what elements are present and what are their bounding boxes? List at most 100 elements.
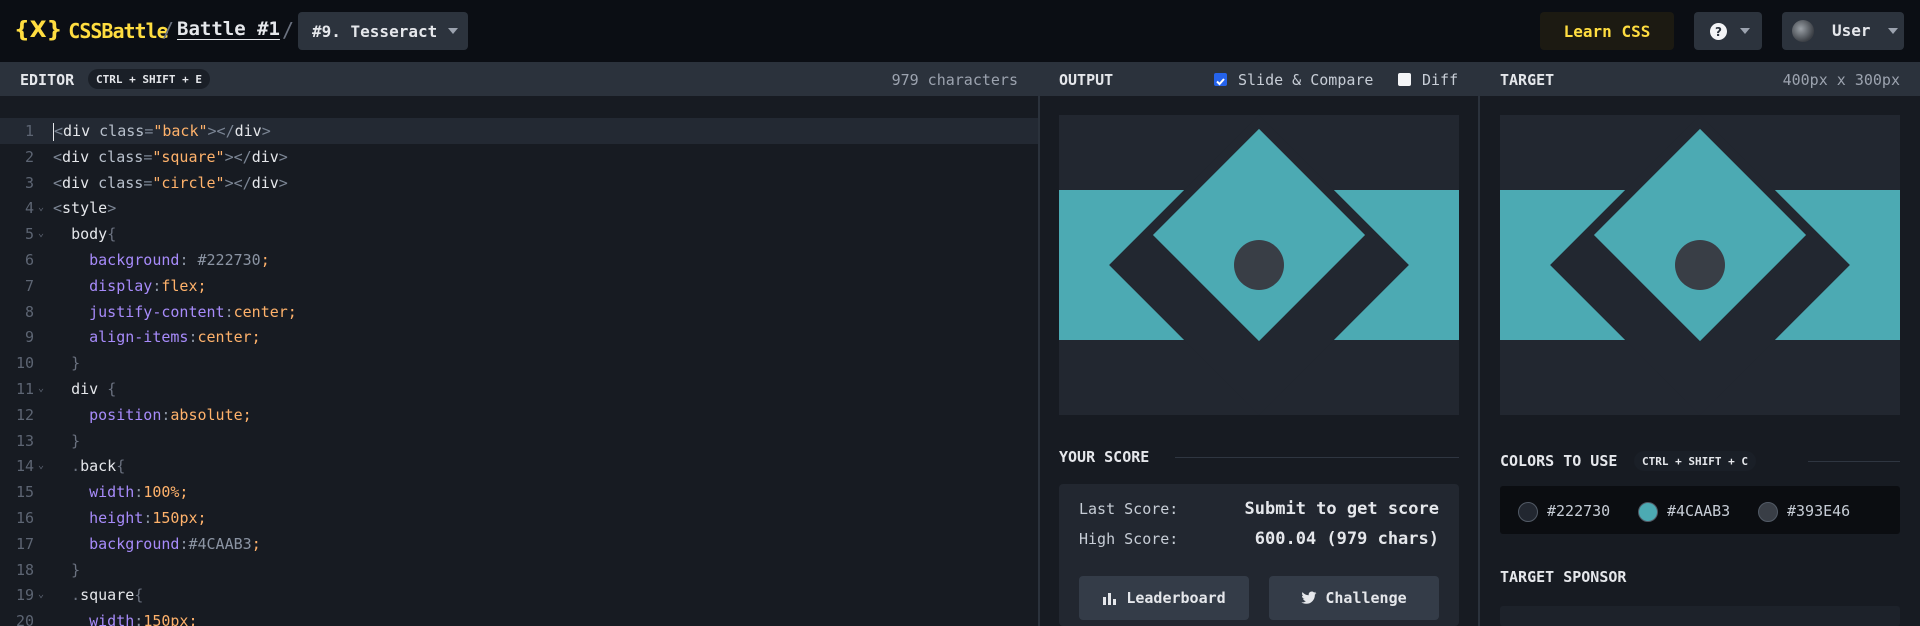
code-text: div { xyxy=(71,380,117,398)
color-swatch[interactable] xyxy=(1638,502,1658,522)
challenge-label: Challenge xyxy=(1325,589,1407,607)
avatar xyxy=(1792,20,1814,42)
code-line[interactable]: 17 background:#4CAAB3; xyxy=(0,531,1038,557)
line-number: 7 xyxy=(24,276,34,295)
slide-compare-checkbox[interactable] xyxy=(1214,73,1227,86)
code-line[interactable]: 12 position:absolute; xyxy=(0,402,1038,428)
code-text: } xyxy=(71,560,81,579)
code-line[interactable]: 14 ⌄ .back{ xyxy=(0,453,1038,479)
code-text: <div class="back"></div> xyxy=(53,122,271,141)
score-card: Last Score: Submit to get score High Sco… xyxy=(1059,484,1459,626)
code-text: body{ xyxy=(71,225,117,244)
code-line[interactable]: 6 background: #222730; xyxy=(0,247,1038,273)
color-hex-label[interactable]: #4CAAB3 xyxy=(1667,502,1730,520)
line-number: 19 xyxy=(15,586,34,605)
leaderboard-label: Leaderboard xyxy=(1126,589,1226,607)
target-sponsor-title: TARGET SPONSOR xyxy=(1500,568,1627,586)
color-swatch[interactable] xyxy=(1518,502,1538,522)
diff-label[interactable]: Diff xyxy=(1422,71,1458,89)
challenge-button[interactable]: Challenge xyxy=(1269,576,1439,620)
character-count: 979 characters xyxy=(891,71,1018,89)
diff-checkbox[interactable] xyxy=(1398,73,1411,86)
code-text: background: #222730; xyxy=(89,251,270,269)
code-line[interactable]: 8 justify-content:center; xyxy=(0,299,1038,325)
logo-text: CSSBattle xyxy=(68,19,168,43)
code-text: <style> xyxy=(53,199,117,218)
level-select-label: #9. Tesseract xyxy=(312,21,438,41)
fold-chevron-icon[interactable]: ⌄ xyxy=(38,221,44,247)
user-menu-button[interactable]: User xyxy=(1782,12,1904,50)
code-line[interactable]: 9 align-items:center; xyxy=(0,324,1038,350)
output-title: OUTPUT xyxy=(1059,71,1114,89)
line-number: 3 xyxy=(24,173,34,192)
code-line[interactable]: 10 } xyxy=(0,350,1038,376)
code-text: <div class="circle"></div> xyxy=(53,173,288,192)
code-line[interactable]: 5 ⌄ body{ xyxy=(0,221,1038,247)
code-line[interactable]: 15 width:100%; xyxy=(0,479,1038,505)
output-canvas[interactable] xyxy=(1059,115,1459,415)
fold-chevron-icon[interactable]: ⌄ xyxy=(38,195,44,221)
last-score-value: Submit to get score xyxy=(1244,499,1439,519)
chevron-down-icon xyxy=(1740,28,1750,34)
fold-chevron-icon[interactable]: ⌄ xyxy=(38,376,44,402)
code-line[interactable]: 13 } xyxy=(0,428,1038,454)
code-text: position:absolute; xyxy=(89,405,252,424)
code-text: height:150px; xyxy=(89,509,207,527)
color-hex-label[interactable]: #393E46 xyxy=(1787,502,1850,520)
code-editor[interactable]: 1 <div class="back"></div> 2 <div class="sq… xyxy=(0,96,1038,626)
line-number: 4 xyxy=(24,199,34,218)
fold-chevron-icon[interactable]: ⌄ xyxy=(38,582,44,608)
learn-css-button[interactable]: Learn CSS xyxy=(1540,12,1674,50)
code-text: justify-content:center; xyxy=(89,302,297,321)
level-select[interactable]: #9. Tesseract xyxy=(298,12,468,50)
cssbattle-logo[interactable]: {X} CSSBattle xyxy=(14,18,169,44)
target-size: 400px x 300px xyxy=(1782,71,1900,89)
line-number: 13 xyxy=(15,431,34,450)
your-score-title: YOUR SCORE xyxy=(1059,448,1150,466)
code-line[interactable]: 18 } xyxy=(0,557,1038,583)
code-text: background:#4CAAB3; xyxy=(89,534,261,553)
code-text: } xyxy=(71,354,81,373)
line-number: 11 xyxy=(15,380,34,398)
code-line[interactable]: 3 <div class="circle"></div> xyxy=(0,170,1038,196)
editor-header: EDITOR CTRL + SHIFT + E 979 characters xyxy=(0,62,1038,96)
line-number: 1 xyxy=(24,122,34,140)
code-line[interactable]: 16 height:150px; xyxy=(0,505,1038,531)
leaderboard-button[interactable]: Leaderboard xyxy=(1079,576,1249,620)
line-number: 20 xyxy=(15,612,34,626)
editor-shortcut-badge: CTRL + SHIFT + E xyxy=(88,69,210,89)
target-title: TARGET xyxy=(1500,71,1555,89)
code-line[interactable]: 2 <div class="square"></div> xyxy=(0,144,1038,170)
battle-link[interactable]: Battle #1 xyxy=(177,18,280,40)
code-line[interactable]: 7 display:flex; xyxy=(0,273,1038,299)
check-icon xyxy=(1216,78,1225,86)
code-line[interactable]: 11 ⌄ div { xyxy=(0,376,1038,402)
code-line[interactable]: 4 ⌄ <style> xyxy=(0,195,1038,221)
code-line[interactable]: 19 ⌄ .square{ xyxy=(0,582,1038,608)
slide-compare-label[interactable]: Slide & Compare xyxy=(1238,71,1373,89)
code-text: align-items:center; xyxy=(89,328,261,347)
code-text: width:100%; xyxy=(89,483,189,502)
color-swatch[interactable] xyxy=(1758,502,1778,522)
help-icon: ? xyxy=(1710,23,1727,40)
line-number: 12 xyxy=(15,405,34,424)
fold-chevron-icon[interactable]: ⌄ xyxy=(38,453,44,479)
line-number: 14 xyxy=(15,457,34,476)
colors-shortcut-badge: CTRL + SHIFT + C xyxy=(1634,451,1756,471)
line-number: 18 xyxy=(15,560,34,579)
high-score-label: High Score: xyxy=(1079,530,1179,548)
target-canvas[interactable] xyxy=(1500,115,1900,415)
help-menu-button[interactable]: ? xyxy=(1694,12,1762,50)
breadcrumb-separator: / xyxy=(162,18,175,42)
sponsor-card[interactable] xyxy=(1500,606,1900,626)
color-palette: #222730 #4CAAB3 #393E46 xyxy=(1500,486,1900,534)
section-divider xyxy=(1175,457,1459,458)
code-line[interactable]: 1 <div class="back"></div> xyxy=(0,118,1038,144)
line-number: 10 xyxy=(15,354,34,373)
output-header: OUTPUT Slide & Compare Diff xyxy=(1040,62,1478,96)
colors-to-use-title: COLORS TO USE xyxy=(1500,452,1618,470)
code-text: .square{ xyxy=(71,586,144,605)
code-text: <div class="square"></div> xyxy=(53,147,288,166)
color-hex-label[interactable]: #222730 xyxy=(1547,502,1610,520)
code-line[interactable]: 20 width:150px; xyxy=(0,608,1038,626)
